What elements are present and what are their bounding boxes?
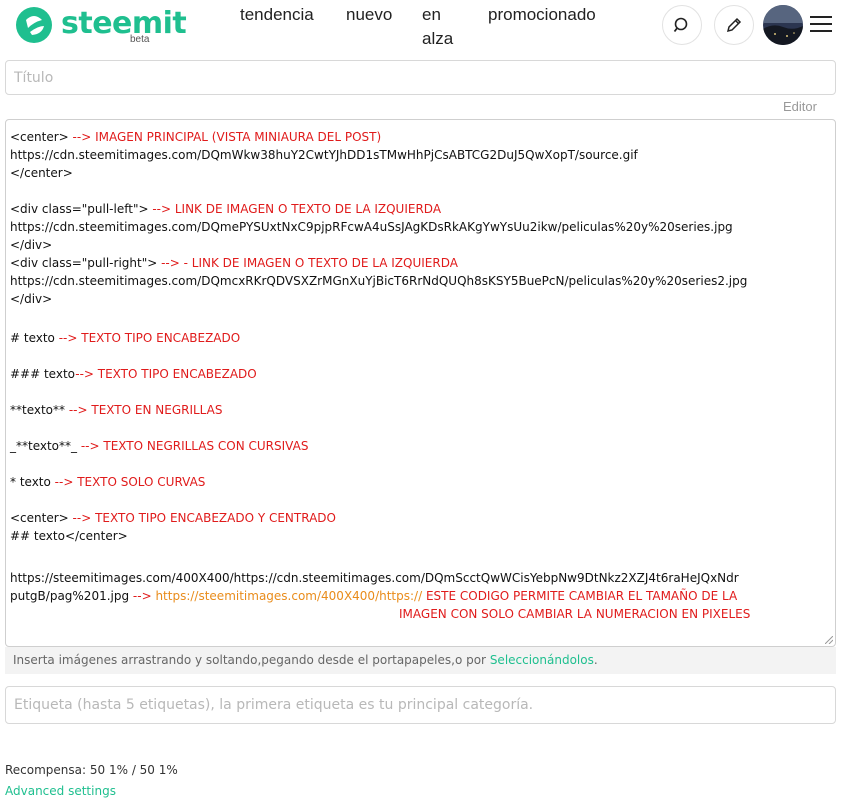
post-body-editor[interactable]: <center> --> IMAGEN PRINCIPAL (VISTA MIN… — [5, 119, 836, 647]
nav-trending[interactable]: tendencia — [240, 1, 314, 29]
image-upload-hint: Inserta imágenes arrastrando y soltando,… — [5, 647, 836, 674]
search-icon — [673, 17, 688, 33]
avatar-image — [763, 5, 803, 45]
upload-hint-text: Inserta imágenes arrastrando y soltando,… — [13, 653, 490, 667]
nav-hot-line2[interactable]: alza — [422, 25, 453, 53]
pencil-icon — [726, 17, 742, 33]
body-line: # texto --> TEXTO TIPO ENCABEZADO — [10, 331, 241, 345]
menu-icon[interactable] — [810, 16, 832, 34]
body-line: <center> --> IMAGEN PRINCIPAL (VISTA MIN… — [10, 130, 382, 144]
body-line: https://cdn.steemitimages.com/DQmWkw38hu… — [10, 148, 638, 162]
write-post-button[interactable] — [714, 5, 754, 45]
body-line: https://cdn.steemitimages.com/DQmcxRKrQD… — [10, 274, 748, 288]
top-nav: steemit beta tendencia nuevo en alza pro… — [0, 0, 847, 48]
logo-text: steemit — [61, 6, 187, 41]
body-line: * texto --> TEXTO SOLO CURVAS — [10, 475, 206, 489]
search-button[interactable] — [662, 5, 702, 45]
nav-new[interactable]: nuevo — [346, 1, 392, 29]
body-line: putgB/pag%201.jpg --> https://steemitima… — [10, 589, 738, 603]
steemit-logo-icon — [16, 7, 52, 43]
body-line: <center> --> TEXTO TIPO ENCABEZADO Y CEN… — [10, 511, 336, 525]
advanced-settings-link[interactable]: Advanced settings — [5, 784, 116, 798]
body-line: https://cdn.steemitimages.com/DQmePYSUxt… — [10, 220, 733, 234]
body-line: https://steemitimages.com/400X400/https:… — [10, 571, 739, 585]
avatar[interactable] — [763, 5, 803, 45]
body-line: </div> — [10, 292, 53, 306]
body-line: <div class="pull-left"> --> LINK DE IMAG… — [10, 202, 442, 216]
steemit-logo[interactable]: steemit — [14, 4, 187, 44]
body-line: **texto** --> TEXTO EN NEGRILLAS — [10, 403, 223, 417]
tags-input[interactable] — [5, 686, 836, 724]
body-line: </div> — [10, 238, 53, 252]
body-line: <div class="pull-right"> --> - LINK DE I… — [10, 256, 458, 270]
resize-handle-icon[interactable] — [825, 636, 833, 644]
body-line: </center> — [10, 166, 73, 180]
editor-toggle[interactable]: Editor — [783, 99, 817, 114]
nav-promoted[interactable]: promocionado — [488, 1, 596, 29]
beta-label: beta — [130, 34, 150, 45]
select-images-link[interactable]: Seleccionándolos — [490, 653, 594, 667]
body-line: IMAGEN CON SOLO CAMBIAR LA NUMERACION EN… — [399, 607, 751, 621]
reward-setting: Recompensa: 50 1% / 50 1% — [5, 763, 178, 777]
body-line: _**texto**_ --> TEXTO NEGRILLAS CON CURS… — [10, 439, 309, 453]
upload-hint-end: . — [593, 653, 598, 667]
body-line: ### texto--> TEXTO TIPO ENCABEZADO — [10, 367, 257, 381]
title-input[interactable] — [5, 60, 836, 95]
body-line: ## texto</center> — [10, 529, 128, 543]
